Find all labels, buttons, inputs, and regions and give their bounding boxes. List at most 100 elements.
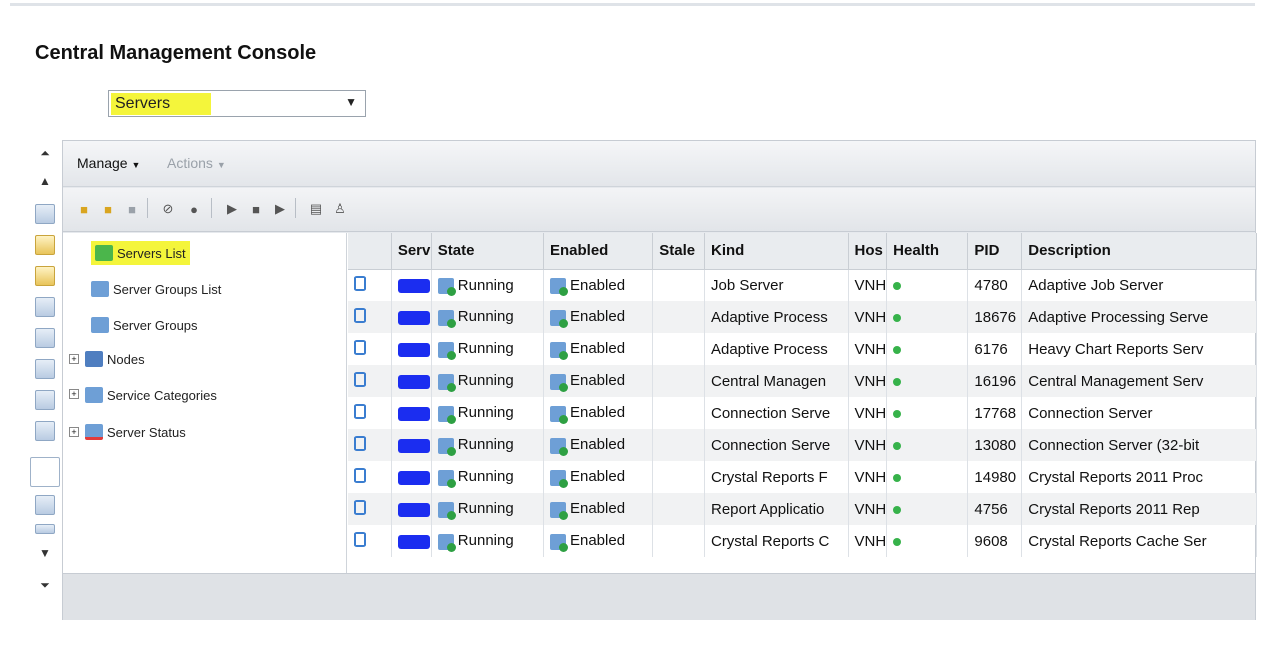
table-row[interactable]: Running Enabled Report Applicatio VNH 4756 Cr… [348, 493, 1257, 525]
col-kind[interactable]: Kind [704, 233, 849, 270]
table-row[interactable]: Running Enabled Connection Serve VNH 13080 Co… [348, 429, 1257, 461]
rail-cms-icon[interactable] [35, 204, 55, 224]
host-cell: VNH [848, 301, 888, 333]
row-icon-cell [348, 461, 392, 493]
col-host[interactable]: Hos [848, 233, 888, 270]
health-cell [886, 365, 969, 397]
redacted-server-name [397, 374, 430, 389]
tree-item-server-groups-list[interactable]: Server Groups List [91, 277, 221, 301]
folder-icon[interactable] [35, 235, 55, 255]
scroll-up-icon[interactable]: ▲ [34, 170, 56, 192]
row-icon-cell [348, 269, 392, 301]
row-icon-cell [348, 429, 392, 461]
scroll-top-icon[interactable]: ⏶ [34, 142, 56, 164]
nav-select[interactable]: Servers ▼ [108, 90, 366, 117]
nav-select-value: Servers [111, 93, 211, 115]
tree-item-servers-list[interactable]: Servers List [91, 241, 190, 265]
health-ok-icon [893, 313, 902, 322]
tree-item-label: Server Groups List [113, 281, 222, 297]
enabled-text: Enabled [569, 532, 626, 550]
enabled-icon [549, 341, 568, 360]
host-cell: VNH [848, 493, 888, 525]
running-icon [437, 533, 456, 552]
scroll-down-icon[interactable]: ▼ [34, 542, 56, 564]
manage-menu[interactable]: Manage ▼ [77, 155, 140, 171]
server-db-icon [354, 467, 366, 483]
tree-item-nodes[interactable]: Nodes [85, 347, 145, 371]
personal-folder-icon[interactable] [35, 266, 55, 286]
description-cell: Adaptive Processing Serve [1021, 301, 1257, 333]
row-icon-cell [348, 333, 392, 365]
state-text: Running [457, 372, 514, 390]
health-ok-icon [893, 473, 902, 482]
left-rail: ⏶ ▲ ▼ ⏷ [30, 140, 62, 620]
health-ok-icon [893, 505, 902, 514]
expand-service-categories-icon[interactable]: + [69, 389, 79, 399]
table-row[interactable]: Running Enabled Job Server VNH 4780 Adaptive … [348, 269, 1257, 301]
tree-item-label: Servers List [117, 245, 186, 261]
enabled-icon [549, 437, 568, 456]
mail-icon[interactable] [35, 421, 55, 441]
row-icon-cell [348, 301, 392, 333]
server-db-icon [354, 435, 366, 451]
pid-cell: 4780 [967, 269, 1023, 301]
manage-menu-label: Manage [77, 155, 128, 171]
restart-icon[interactable]: ▶ [271, 200, 289, 218]
scroll-bottom-icon[interactable]: ⏷ [34, 574, 56, 596]
servers-icon[interactable] [30, 457, 60, 487]
categories-icon[interactable] [35, 328, 55, 348]
description-cell: Central Management Serv [1021, 365, 1257, 397]
pid-cell: 9608 [967, 525, 1023, 557]
col-health[interactable]: Health [886, 233, 969, 270]
state-cell: Running [431, 269, 544, 301]
tree-item-server-status[interactable]: Server Status [85, 420, 186, 444]
new-server-icon[interactable]: ■ [75, 200, 93, 218]
table-row[interactable]: Running Enabled Adaptive Process VNH 6176 Hea… [348, 333, 1257, 365]
host-cell: VNH [848, 429, 888, 461]
properties-icon[interactable]: ▤ [307, 200, 325, 218]
pid-cell: 4756 [967, 493, 1023, 525]
col-stale[interactable]: Stale [652, 233, 705, 270]
start-icon[interactable]: ▶ [223, 200, 241, 218]
tree-item-server-groups[interactable]: Server Groups [91, 313, 198, 337]
enabled-cell: Enabled [543, 397, 654, 429]
health-cell [886, 333, 969, 365]
col-state[interactable]: State [431, 233, 544, 270]
clone-server-icon[interactable]: ■ [123, 200, 141, 218]
main-panel: Manage ▼ Actions ▼ ■ ■ ■ ⊘ ● ▶ ■ ▶ ▤ ♙ S… [62, 140, 1257, 620]
table-row[interactable]: Running Enabled Adaptive Process VNH 18676 Ad… [348, 301, 1257, 333]
inbox-icon[interactable] [35, 297, 55, 317]
enable-icon[interactable]: ⊘ [159, 200, 177, 218]
table-row[interactable]: Running Enabled Crystal Reports F VNH 14980 C… [348, 461, 1257, 493]
users-icon[interactable] [35, 359, 55, 379]
add-server-icon[interactable]: ■ [99, 200, 117, 218]
redacted-server-name [397, 342, 430, 357]
table-row[interactable]: Running Enabled Central Managen VNH 16196 Cen… [348, 365, 1257, 397]
server-db-icon [354, 371, 366, 387]
tree-item-label: Nodes [107, 351, 145, 367]
user-groups-icon[interactable] [35, 390, 55, 410]
network-icon[interactable] [35, 495, 55, 515]
kind-cell: Connection Serve [704, 429, 849, 461]
col-server[interactable]: Serv [391, 233, 432, 270]
health-ok-icon [893, 281, 902, 290]
col-enabled[interactable]: Enabled [543, 233, 654, 270]
disable-icon[interactable]: ● [185, 200, 203, 218]
expand-server-status-icon[interactable]: + [69, 427, 79, 437]
expand-nodes-icon[interactable]: + [69, 354, 79, 364]
actions-menu[interactable]: Actions ▼ [167, 155, 226, 171]
user-security-icon[interactable]: ♙ [331, 200, 349, 218]
table-row[interactable]: Running Enabled Connection Serve VNH 17768 Co… [348, 397, 1257, 429]
enabled-cell: Enabled [543, 333, 654, 365]
enabled-icon [549, 277, 568, 296]
col-icon[interactable] [348, 233, 392, 270]
calendar-icon[interactable] [35, 524, 55, 534]
col-pid[interactable]: PID [967, 233, 1023, 270]
state-cell: Running [431, 493, 544, 525]
table-row[interactable]: Running Enabled Crystal Reports C VNH 9608 Cr… [348, 525, 1257, 557]
stop-icon[interactable]: ■ [247, 200, 265, 218]
toolbar: ■ ■ ■ ⊘ ● ▶ ■ ▶ ▤ ♙ [63, 188, 1255, 232]
enabled-text: Enabled [569, 308, 626, 326]
col-description[interactable]: Description [1021, 233, 1257, 270]
tree-item-service-categories[interactable]: Service Categories [85, 383, 217, 407]
